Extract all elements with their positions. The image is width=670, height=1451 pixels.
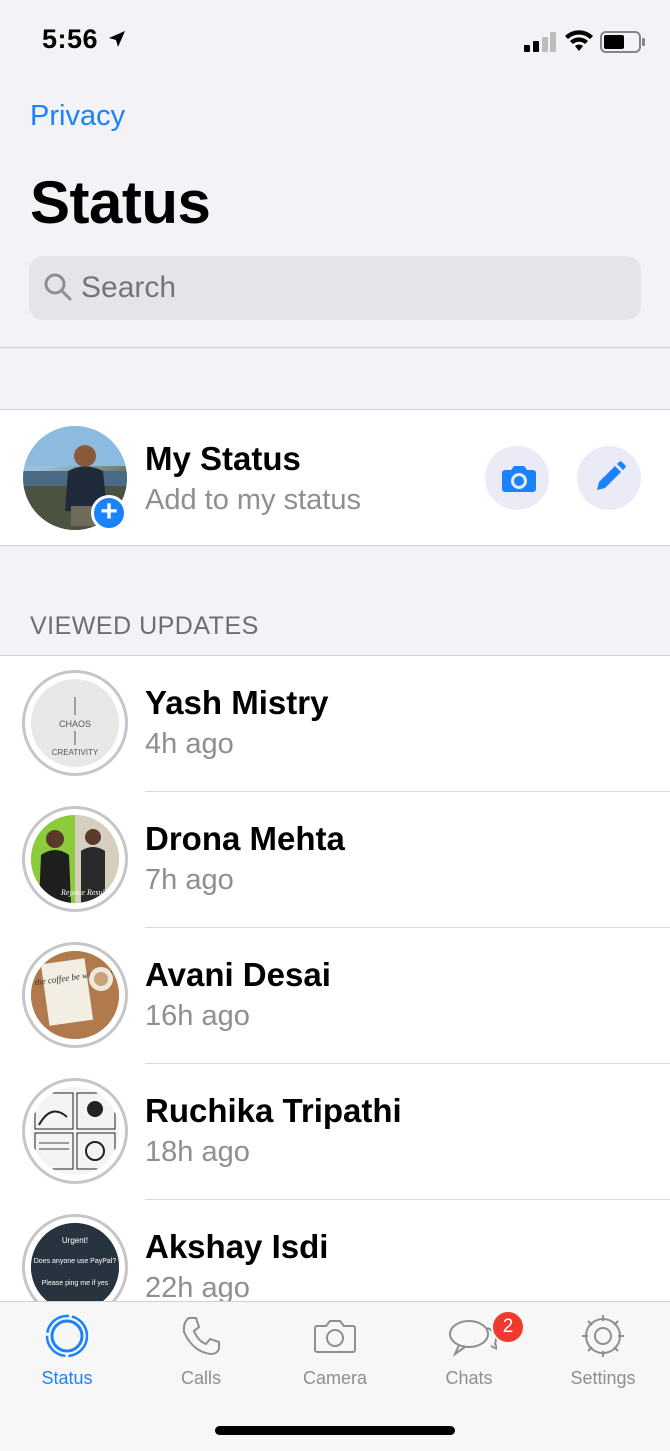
contact-name: Akshay Isdi bbox=[145, 1228, 329, 1265]
page-title: Status bbox=[30, 169, 211, 236]
my-status-row[interactable]: + My Status Add to my status bbox=[0, 410, 670, 545]
list-item[interactable]: may the coffee be with you Avani Desai 1… bbox=[0, 928, 670, 1064]
tab-label: Status bbox=[41, 1368, 93, 1388]
update-time: 7h ago bbox=[145, 864, 234, 896]
my-status-subtitle: Add to my status bbox=[145, 484, 361, 516]
my-status-name: My Status bbox=[145, 440, 301, 477]
update-time: 16h ago bbox=[145, 1000, 250, 1032]
wifi-icon bbox=[565, 30, 593, 51]
tab-camera[interactable]: Camera bbox=[268, 1302, 402, 1402]
cellular-signal-icon bbox=[524, 32, 556, 52]
status-thumbnail: may the coffee be with you bbox=[31, 951, 119, 1039]
list-item[interactable]: Urgent! Does anyone use PayPal? Please p… bbox=[0, 1200, 670, 1301]
divider bbox=[0, 545, 670, 546]
viewed-updates-header: VIEWED UPDATES bbox=[30, 612, 259, 640]
status-ring: Rejoice Result bbox=[22, 806, 128, 912]
thumbnail-text: Rejoice Result bbox=[60, 888, 108, 897]
search-icon bbox=[44, 273, 72, 301]
privacy-link[interactable]: Privacy bbox=[30, 100, 125, 133]
contact-name: Ruchika Tripathi bbox=[145, 1092, 402, 1129]
camera-icon bbox=[314, 1320, 356, 1353]
contact-name: Yash Mistry bbox=[145, 684, 329, 721]
list-item[interactable]: CHAOS CREATIVITY Yash Mistry 4h ago bbox=[0, 656, 670, 792]
search-bar[interactable] bbox=[29, 256, 641, 320]
status-ring bbox=[22, 1078, 128, 1184]
tab-settings[interactable]: Settings bbox=[536, 1302, 670, 1402]
contact-name: Avani Desai bbox=[145, 956, 331, 993]
gear-icon bbox=[582, 1315, 624, 1357]
tab-label: Camera bbox=[302, 1368, 368, 1388]
camera-icon bbox=[502, 466, 536, 492]
thumbnail-text: Please ping me if yes bbox=[42, 1280, 109, 1287]
update-time: 22h ago bbox=[145, 1272, 250, 1301]
status-list: CHAOS CREATIVITY Yash Mistry 4h ago Rejo… bbox=[0, 656, 670, 1301]
status-ring: CHAOS CREATIVITY bbox=[22, 670, 128, 776]
battery-icon bbox=[600, 31, 645, 53]
thumbnail-text: Does anyone use PayPal? bbox=[34, 1258, 117, 1265]
status-thumbnail: Rejoice Result bbox=[31, 815, 119, 903]
tab-label: Calls bbox=[180, 1368, 221, 1388]
status-thumbnail bbox=[31, 1087, 119, 1175]
status-ring-icon bbox=[45, 1314, 89, 1358]
camera-status-button[interactable] bbox=[485, 446, 549, 510]
phone-icon bbox=[182, 1317, 220, 1356]
text-status-button[interactable] bbox=[577, 446, 641, 510]
search-input[interactable] bbox=[81, 256, 601, 320]
divider bbox=[0, 347, 670, 348]
list-item[interactable]: Ruchika Tripathi 18h ago bbox=[0, 1064, 670, 1200]
status-thumbnail: CHAOS CREATIVITY bbox=[31, 679, 119, 767]
status-bar: 5:56 bbox=[0, 0, 670, 80]
update-time: 4h ago bbox=[145, 728, 234, 760]
home-indicator[interactable] bbox=[215, 1426, 455, 1435]
location-arrow-icon bbox=[109, 31, 125, 47]
tab-status[interactable]: Status bbox=[0, 1302, 134, 1402]
unread-badge: 2 bbox=[491, 1310, 525, 1344]
status-ring: Urgent! Does anyone use PayPal? Please p… bbox=[22, 1214, 128, 1301]
tab-label: Settings bbox=[570, 1368, 636, 1388]
tab-calls[interactable]: Calls bbox=[134, 1302, 268, 1402]
tab-chats[interactable]: 2 Chats bbox=[402, 1302, 536, 1402]
status-ring: may the coffee be with you bbox=[22, 942, 128, 1048]
tab-label: Chats bbox=[445, 1368, 493, 1388]
list-item[interactable]: Rejoice Result Drona Mehta 7h ago bbox=[0, 792, 670, 928]
status-thumbnail: Urgent! Does anyone use PayPal? Please p… bbox=[31, 1223, 119, 1301]
update-time: 18h ago bbox=[145, 1136, 250, 1168]
thumbnail-text: Urgent! bbox=[62, 1236, 88, 1245]
pencil-icon bbox=[597, 461, 626, 490]
add-status-plus-icon[interactable]: + bbox=[91, 495, 127, 531]
chat-bubbles-icon bbox=[449, 1320, 497, 1357]
thumbnail-text: CREATIVITY bbox=[52, 748, 99, 757]
status-bar-time: 5:56 bbox=[42, 24, 99, 54]
thumbnail-text: CHAOS bbox=[59, 719, 91, 729]
contact-name: Drona Mehta bbox=[145, 820, 345, 857]
